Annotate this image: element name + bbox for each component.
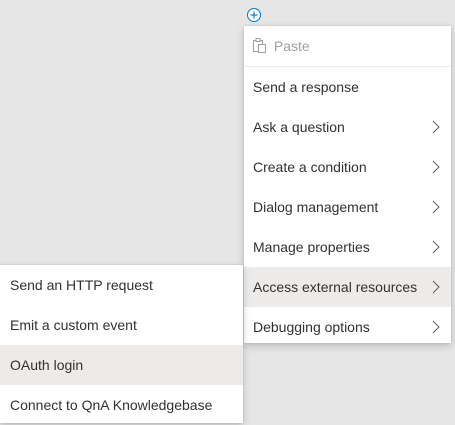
menu-item-label: Create a condition xyxy=(253,159,367,175)
add-action-menu: Paste Send a response Ask a question Cre… xyxy=(244,26,451,343)
chevron-right-icon xyxy=(431,160,441,174)
menu-item-manage-properties[interactable]: Manage properties xyxy=(244,227,451,267)
submenu-item-emit-custom-event[interactable]: Emit a custom event xyxy=(0,305,243,345)
submenu-item-label: Emit a custom event xyxy=(10,317,137,333)
menu-item-debugging-options[interactable]: Debugging options xyxy=(244,307,451,347)
menu-item-ask-question[interactable]: Ask a question xyxy=(244,107,451,147)
submenu-item-send-http-request[interactable]: Send an HTTP request xyxy=(0,265,243,305)
menu-item-label: Dialog management xyxy=(253,199,379,215)
menu-item-label: Access external resources xyxy=(253,279,418,295)
submenu-item-label: Connect to QnA Knowledgebase xyxy=(10,397,213,413)
menu-item-send-response[interactable]: Send a response xyxy=(244,67,451,107)
menu-item-dialog-management[interactable]: Dialog management xyxy=(244,187,451,227)
menu-item-label: Manage properties xyxy=(253,239,370,255)
menu-item-label: Ask a question xyxy=(253,119,345,135)
menu-item-paste[interactable]: Paste xyxy=(244,26,451,66)
submenu-item-oauth-login[interactable]: OAuth login xyxy=(0,345,243,385)
external-resources-submenu: Send an HTTP request Emit a custom event… xyxy=(0,265,243,423)
chevron-right-icon xyxy=(431,200,441,214)
chevron-right-icon xyxy=(431,120,441,134)
plus-icon xyxy=(250,11,258,19)
submenu-item-label: Send an HTTP request xyxy=(10,277,153,293)
menu-item-access-external-resources[interactable]: Access external resources xyxy=(244,267,451,307)
menu-item-create-condition[interactable]: Create a condition xyxy=(244,147,451,187)
chevron-right-icon xyxy=(431,240,441,254)
menu-item-label: Debugging options xyxy=(253,319,370,335)
menu-item-label: Paste xyxy=(273,38,310,54)
paste-icon xyxy=(253,38,266,53)
chevron-right-icon xyxy=(431,280,441,294)
menu-item-label: Send a response xyxy=(253,79,359,95)
chevron-right-icon xyxy=(431,320,441,334)
add-node-button[interactable] xyxy=(247,8,261,22)
submenu-item-label: OAuth login xyxy=(10,357,84,373)
submenu-item-connect-qna[interactable]: Connect to QnA Knowledgebase xyxy=(0,385,243,425)
